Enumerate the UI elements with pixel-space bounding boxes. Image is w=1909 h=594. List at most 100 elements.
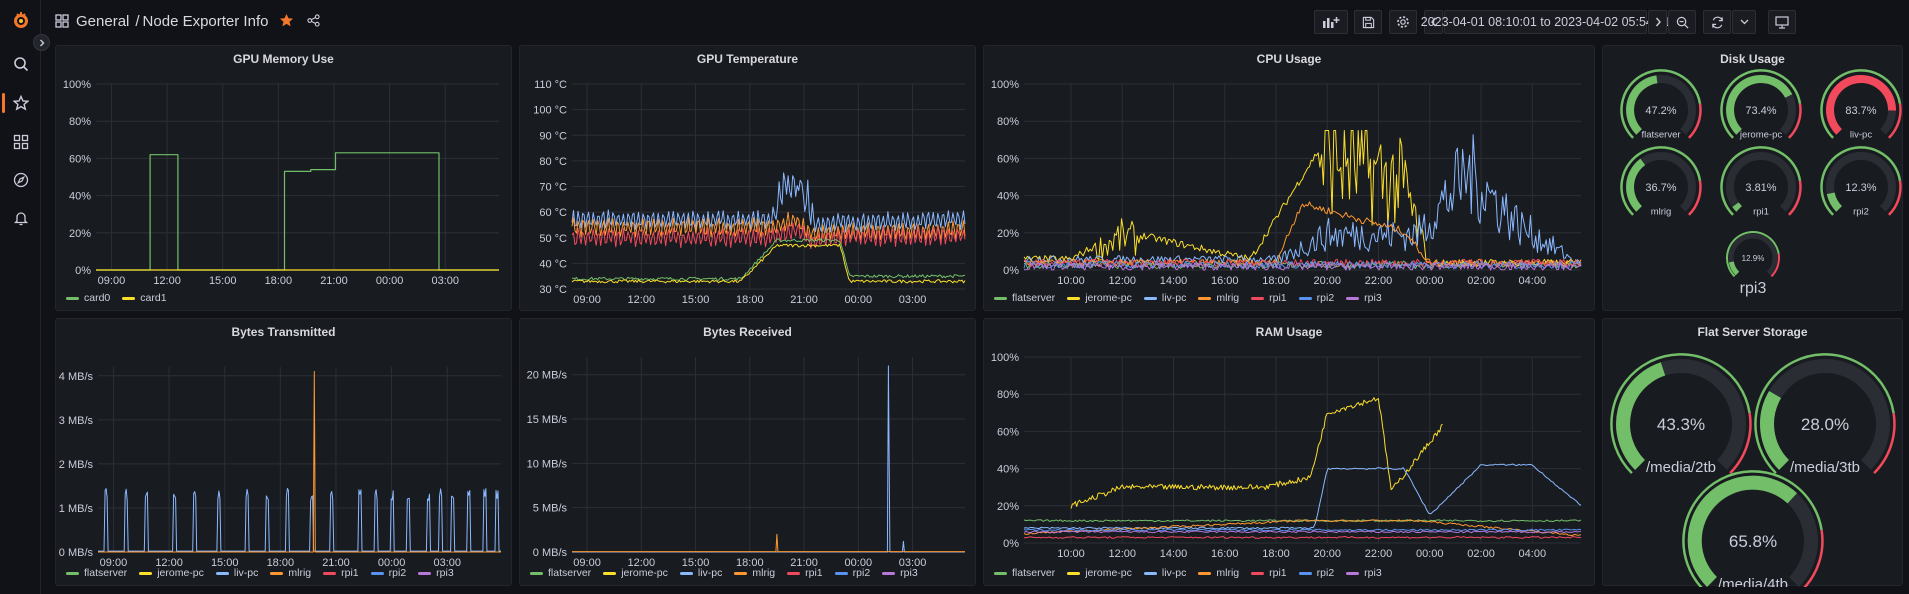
legend-swatch bbox=[66, 571, 79, 575]
y-tick-label: 40 °C bbox=[539, 258, 567, 270]
y-tick-label: 100 °C bbox=[533, 105, 567, 117]
panel-ram-usage[interactable]: RAM Usage 100% 80% 60% 40% 20% 0% 10:00 12:00 14… bbox=[983, 318, 1595, 586]
legend-item[interactable]: liv-pc bbox=[679, 567, 722, 579]
zoom-out-button[interactable] bbox=[1668, 10, 1696, 34]
legend-item[interactable]: flatserver bbox=[66, 567, 127, 579]
grafana-logo-icon[interactable] bbox=[0, 6, 41, 34]
x-tick-label: 00:00 bbox=[1416, 275, 1444, 287]
gauge-value: 43.3% bbox=[1657, 415, 1705, 434]
legend-item[interactable]: card1 bbox=[122, 292, 167, 304]
legend-item[interactable]: mlrig bbox=[1198, 567, 1239, 579]
legend-item[interactable]: flatserver bbox=[994, 292, 1055, 304]
legend-item[interactable]: rpi3 bbox=[418, 567, 454, 579]
legend-item[interactable]: flatserver bbox=[994, 567, 1055, 579]
y-tick-label: 4 MB/s bbox=[59, 371, 94, 383]
y-tick-label: 100% bbox=[991, 352, 1019, 364]
legend-item[interactable]: rpi1 bbox=[1251, 292, 1287, 304]
gauge-name: jerome-pc bbox=[1739, 130, 1782, 141]
legend-label: rpi2 bbox=[388, 567, 407, 579]
legend-item[interactable]: jerome-pc bbox=[603, 567, 668, 579]
legend-label: rpi1 bbox=[805, 567, 823, 579]
legend-label: mlrig bbox=[288, 567, 312, 579]
legend-swatch bbox=[1298, 571, 1312, 575]
legend-item[interactable]: rpi3 bbox=[1346, 292, 1382, 304]
y-tick-label: 70 °C bbox=[539, 182, 567, 194]
search-icon[interactable] bbox=[0, 50, 41, 78]
y-tick-label: 80 °C bbox=[539, 156, 567, 168]
legend-item[interactable]: flatserver bbox=[530, 567, 591, 579]
time-range-picker[interactable]: 2023-04-01 08:10:01 to 2023-04-02 05:54:… bbox=[1421, 10, 1670, 34]
time-range-label: 2023-04-01 08:10:01 to 2023-04-02 05:54:… bbox=[1420, 15, 1671, 29]
legend-label: jerome-pc bbox=[621, 567, 668, 579]
save-dashboard-button[interactable] bbox=[1354, 10, 1382, 34]
dashboard-settings-button[interactable] bbox=[1389, 10, 1417, 34]
legend-swatch bbox=[66, 296, 79, 300]
legend-item[interactable]: rpi2 bbox=[1298, 567, 1334, 579]
legend-item[interactable]: mlrig bbox=[270, 567, 311, 579]
legend-item[interactable]: rpi2 bbox=[834, 567, 870, 579]
time-shift-forward-button[interactable] bbox=[1648, 10, 1667, 34]
panel-gpu-temperature[interactable]: GPU Temperature 110 °C 100 °C 90 °C 80 °C 70… bbox=[519, 45, 976, 311]
legend-item[interactable]: liv-pc bbox=[1143, 292, 1187, 304]
y-tick-label: 60% bbox=[997, 426, 1019, 438]
refresh-interval-dropdown[interactable] bbox=[1732, 10, 1756, 34]
chart-legend: card0 card1 bbox=[66, 292, 167, 304]
x-tick-label: 20:00 bbox=[1314, 275, 1342, 287]
y-tick-label: 20% bbox=[997, 501, 1019, 513]
starred-icon[interactable] bbox=[0, 89, 41, 117]
x-tick-label: 14:00 bbox=[1160, 548, 1188, 560]
legend-item[interactable]: rpi1 bbox=[323, 567, 359, 579]
legend-label: mlrig bbox=[1216, 292, 1240, 304]
legend-swatch bbox=[1143, 571, 1157, 575]
legend-item[interactable]: jerome-pc bbox=[1067, 567, 1132, 579]
add-panel-button[interactable] bbox=[1314, 10, 1348, 34]
panel-gpu-memory-use[interactable]: GPU Memory Use 100% 80% 60% 40% 20% 0% 09:00 12… bbox=[55, 45, 512, 311]
legend-item[interactable]: liv-pc bbox=[1143, 567, 1187, 579]
panel-flat-server-storage[interactable]: Flat Server Storage 43.3%/media/2tb 28.0%… bbox=[1602, 318, 1903, 587]
breadcrumb-folder[interactable]: General bbox=[76, 13, 129, 30]
gauge-value: 3.81% bbox=[1745, 182, 1776, 194]
cycle-view-mode-button[interactable] bbox=[1768, 10, 1796, 34]
favorite-star-icon[interactable] bbox=[279, 13, 294, 33]
x-tick-label: 12:00 bbox=[1108, 275, 1136, 287]
legend-swatch bbox=[139, 571, 153, 575]
legend-label: liv-pc bbox=[1161, 567, 1187, 579]
legend-item[interactable]: card0 bbox=[66, 292, 110, 304]
chevron-right-icon bbox=[1655, 17, 1661, 27]
legend-swatch bbox=[530, 571, 543, 575]
series-line-card0 bbox=[96, 152, 499, 271]
panel-cpu-usage[interactable]: CPU Usage 100% 80% 60% 40% 20% 0% 10:00 12:00 14… bbox=[983, 45, 1595, 311]
legend-item[interactable]: rpi2 bbox=[1298, 292, 1334, 304]
explore-icon[interactable] bbox=[0, 166, 41, 194]
legend-swatch bbox=[834, 571, 848, 575]
legend-label: liv-pc bbox=[1161, 292, 1187, 304]
y-tick-label: 15 MB/s bbox=[527, 414, 568, 426]
legend-item[interactable]: rpi3 bbox=[1346, 567, 1382, 579]
y-tick-label: 0 MB/s bbox=[533, 547, 568, 559]
gear-icon bbox=[1397, 16, 1409, 28]
legend-item[interactable]: jerome-pc bbox=[139, 567, 204, 579]
refresh-button[interactable] bbox=[1703, 10, 1731, 34]
legend-item[interactable]: rpi1 bbox=[787, 567, 823, 579]
alerting-bell-icon[interactable] bbox=[0, 204, 41, 232]
gauge-value-arc bbox=[1626, 158, 1646, 212]
panel-bytes-transmitted[interactable]: Bytes Transmitted 4 MB/s 3 MB/s 2 MB/s 1 MB… bbox=[55, 318, 512, 586]
legend-item[interactable]: liv-pc bbox=[215, 567, 258, 579]
legend-item[interactable]: rpi3 bbox=[882, 567, 918, 579]
legend-item[interactable]: rpi1 bbox=[1251, 567, 1287, 579]
series-line-rpi1 bbox=[1024, 536, 1582, 539]
share-icon[interactable] bbox=[307, 14, 320, 32]
legend-item[interactable]: jerome-pc bbox=[1067, 292, 1132, 304]
panel-disk-usage[interactable]: Disk Usage 47.2% flatserver 73.4% jerome-pc… bbox=[1602, 45, 1903, 311]
legend-item[interactable]: mlrig bbox=[734, 567, 775, 579]
legend-swatch bbox=[1251, 296, 1265, 300]
panel-bytes-received[interactable]: Bytes Received 20 MB/s 15 MB/s 10 MB/s 5 MB… bbox=[519, 318, 976, 586]
dashboard-title[interactable]: Node Exporter Info bbox=[143, 13, 269, 30]
legend-item[interactable]: mlrig bbox=[1198, 292, 1239, 304]
legend-swatch bbox=[994, 571, 1007, 575]
y-tick-label: 100% bbox=[991, 79, 1019, 91]
dashboards-icon[interactable] bbox=[0, 128, 41, 156]
legend-swatch bbox=[1143, 296, 1157, 300]
legend-item[interactable]: rpi2 bbox=[370, 567, 407, 579]
expand-menu-button[interactable] bbox=[33, 34, 50, 51]
